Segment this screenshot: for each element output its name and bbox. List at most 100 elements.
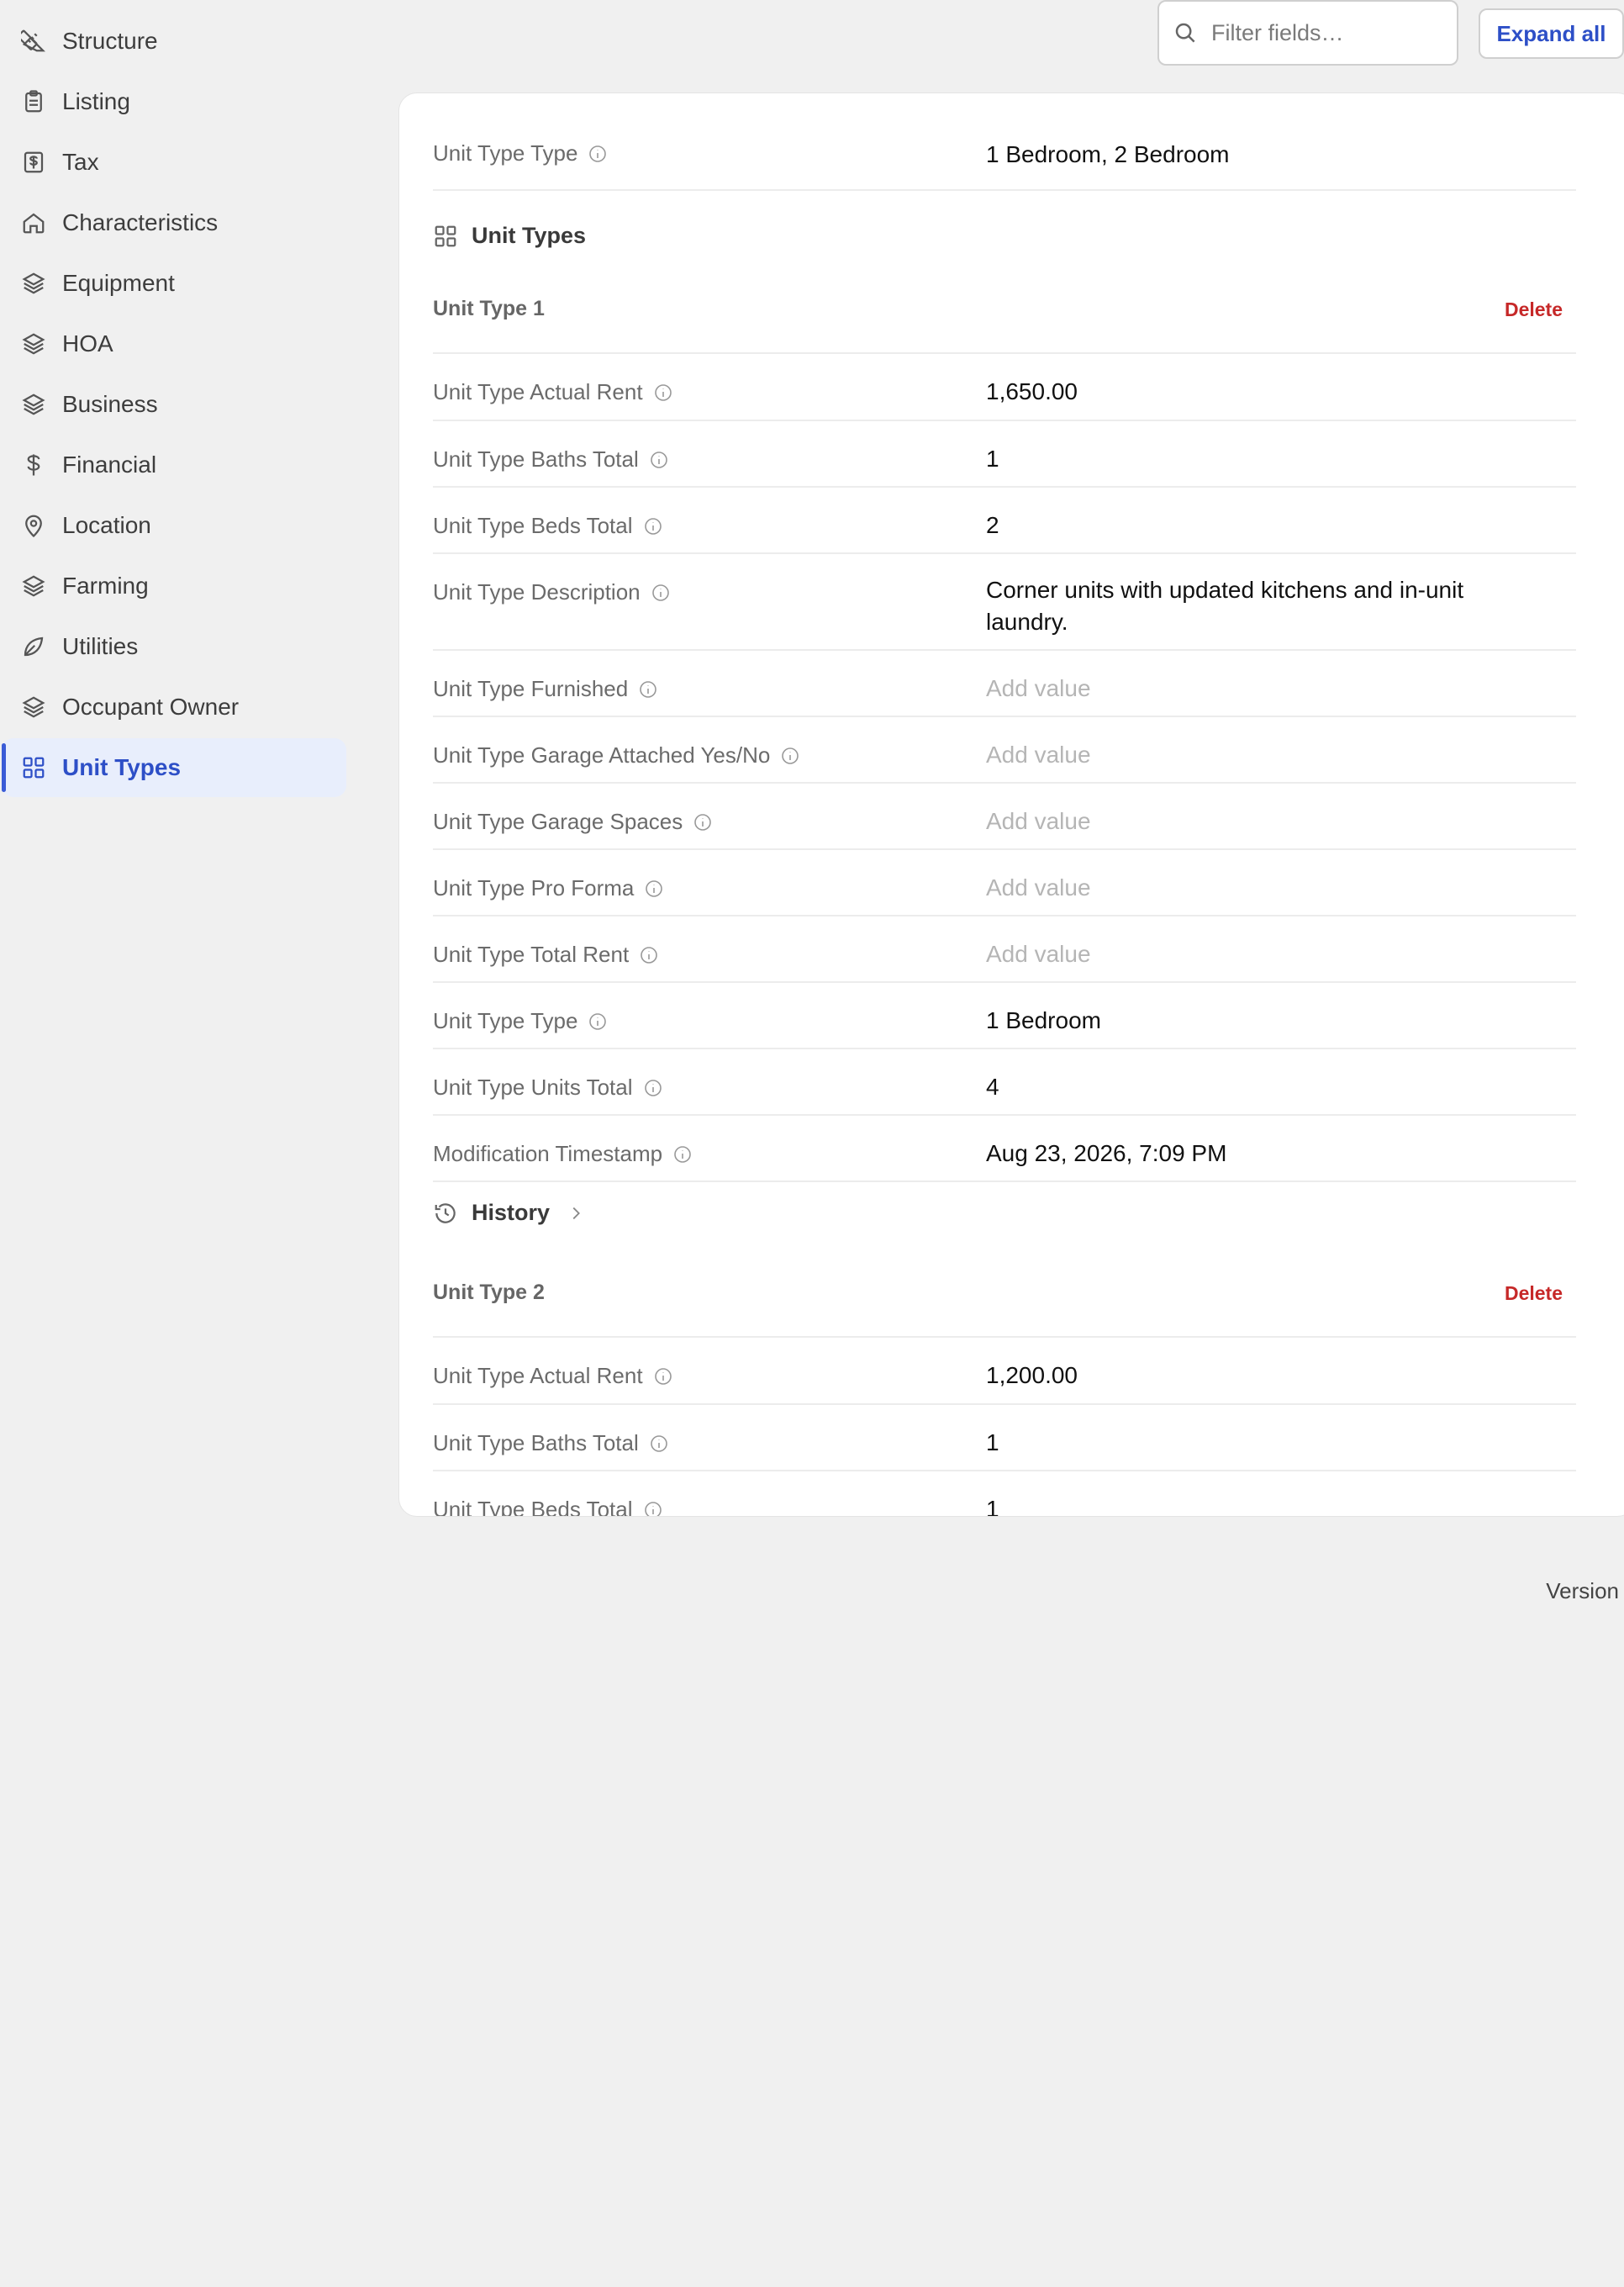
- info-icon[interactable]: [693, 812, 713, 832]
- delete-button[interactable]: Delete: [1505, 1282, 1563, 1305]
- field-label: Unit Type Garage Spaces: [433, 809, 683, 834]
- sidebar-item-listing[interactable]: Listing: [2, 72, 346, 131]
- field-row: Unit Type Beds Total 1: [433, 1471, 1576, 1517]
- sidebar-item-structure[interactable]: Structure: [2, 12, 346, 71]
- expand-all-button[interactable]: Expand all: [1479, 8, 1624, 59]
- chevron-right-icon: [567, 1204, 585, 1223]
- field-label: Unit Type Beds Total: [433, 513, 633, 538]
- sidebar-item-hoa[interactable]: HOA: [2, 314, 346, 373]
- info-icon[interactable]: [653, 1366, 673, 1386]
- field-label: Unit Type Baths Total: [433, 1430, 639, 1455]
- field-row: Unit Type Garage Attached Yes/No Add val…: [433, 717, 1576, 784]
- field-label: Unit Type Units Total: [433, 1075, 633, 1100]
- layers-icon: [20, 270, 47, 297]
- info-icon[interactable]: [672, 1144, 693, 1165]
- field-row: Unit Type Pro Forma Add value: [433, 850, 1576, 916]
- sidebar-item-unit-types[interactable]: Unit Types: [2, 738, 346, 797]
- sidebar-item-label: Unit Types: [62, 754, 182, 780]
- receipt-icon: [20, 149, 47, 176]
- info-icon[interactable]: [653, 383, 673, 403]
- field-label: Unit Type Pro Forma: [433, 875, 635, 901]
- sidebar-item-financial[interactable]: Financial: [2, 436, 346, 494]
- details-panel: Unit Type Type 1 Bedroom, 2 Bedroom Unit…: [398, 92, 1624, 1517]
- sidebar-item-label: Business: [62, 391, 158, 417]
- field-value[interactable]: 1 Bedroom, 2 Bedroom: [986, 139, 1524, 171]
- add-value-field[interactable]: Add value: [986, 938, 1524, 970]
- history-toggle[interactable]: History: [433, 1200, 585, 1226]
- field-label: Unit Type Beds Total: [433, 1497, 633, 1517]
- sidebar-item-label: Equipment: [62, 270, 175, 296]
- info-icon[interactable]: [588, 1011, 608, 1032]
- layers-icon: [20, 391, 47, 418]
- field-row: Unit Type Baths Total 1: [433, 1405, 1576, 1471]
- sidebar-item-characteristics[interactable]: Characteristics: [2, 193, 346, 252]
- unit-type-title: Unit Type 2: [433, 1281, 545, 1304]
- field-value[interactable]: 1,200.00: [986, 1360, 1524, 1392]
- field-label: Unit Type Description: [433, 579, 641, 605]
- field-label: Unit Type Total Rent: [433, 942, 630, 967]
- sidebar-item-occupant-owner[interactable]: Occupant Owner: [2, 678, 346, 737]
- info-icon[interactable]: [639, 945, 659, 965]
- field-value[interactable]: Corner units with updated kitchens and i…: [986, 574, 1524, 638]
- sidebar-item-utilities[interactable]: Utilities: [2, 617, 346, 676]
- history-icon: [433, 1201, 458, 1226]
- info-icon[interactable]: [780, 746, 800, 766]
- sidebar-item-label: Occupant Owner: [62, 694, 240, 720]
- field-value[interactable]: 4: [986, 1071, 1524, 1103]
- unit-type-title: Unit Type 1: [433, 297, 545, 320]
- field-row: Unit Type Garage Spaces Add value: [433, 784, 1576, 850]
- section-header-unit-types: Unit Types: [433, 223, 586, 249]
- dollar-icon: [20, 452, 47, 478]
- field-value[interactable]: 1,650.00: [986, 376, 1524, 408]
- filter-search-box[interactable]: [1157, 0, 1458, 66]
- field-row-summary-unit-type-type: Unit Type Type 1 Bedroom, 2 Bedroom: [433, 93, 1576, 191]
- map-pin-icon: [20, 512, 47, 539]
- field-value[interactable]: 1: [986, 1493, 1524, 1516]
- sidebar-item-label: Financial: [62, 452, 157, 478]
- add-value-field[interactable]: Add value: [986, 805, 1524, 837]
- field-row: Modification Timestamp Aug 23, 2026, 7:0…: [433, 1116, 1576, 1182]
- info-icon[interactable]: [638, 679, 658, 700]
- grid-icon: [20, 754, 47, 781]
- sidebar-item-equipment[interactable]: Equipment: [2, 254, 346, 313]
- field-value[interactable]: 1 Bedroom: [986, 1005, 1524, 1037]
- filter-input[interactable]: [1210, 18, 1440, 47]
- sidebar-item-farming[interactable]: Farming: [2, 557, 346, 615]
- sidebar-item-tax[interactable]: Tax: [2, 133, 346, 192]
- sidebar-item-label: Characteristics: [62, 209, 219, 235]
- delete-button[interactable]: Delete: [1505, 298, 1563, 321]
- field-row: Unit Type Actual Rent 1,650.00: [433, 354, 1576, 421]
- field-value[interactable]: 1: [986, 443, 1524, 475]
- field-label: Unit Type Actual Rent: [433, 1363, 643, 1388]
- sidebar-item-business[interactable]: Business: [2, 375, 346, 434]
- field-label: Unit Type Furnished: [433, 676, 629, 701]
- field-value[interactable]: 1: [986, 1427, 1524, 1459]
- section-title: Unit Types: [472, 223, 587, 248]
- add-value-field[interactable]: Add value: [986, 739, 1524, 771]
- field-label: Unit Type Type: [433, 1008, 578, 1033]
- field-value[interactable]: 2: [986, 510, 1524, 541]
- clipboard-icon: [20, 88, 47, 115]
- sidebar-item-label: Structure: [62, 28, 158, 54]
- info-icon[interactable]: [643, 1500, 663, 1516]
- info-icon[interactable]: [649, 1434, 669, 1454]
- info-icon[interactable]: [643, 1078, 663, 1098]
- info-icon[interactable]: [588, 144, 608, 164]
- add-value-field[interactable]: Add value: [986, 872, 1524, 904]
- field-value[interactable]: Aug 23, 2026, 7:09 PM: [986, 1138, 1524, 1170]
- sidebar-item-label: HOA: [62, 330, 113, 357]
- unit-type-header: Unit Type 1 Delete: [433, 280, 1576, 354]
- info-icon[interactable]: [644, 879, 664, 899]
- add-value-field[interactable]: Add value: [986, 673, 1524, 705]
- field-row: Unit Type Description Corner units with …: [433, 554, 1576, 651]
- info-icon[interactable]: [651, 583, 671, 603]
- history-label: History: [472, 1200, 551, 1225]
- field-row: Unit Type Baths Total 1: [433, 421, 1576, 488]
- grid-icon: [433, 224, 458, 249]
- field-label: Unit Type Actual Rent: [433, 379, 643, 404]
- search-icon: [1173, 20, 1198, 45]
- info-icon[interactable]: [649, 450, 669, 470]
- leaf-icon: [20, 633, 47, 660]
- info-icon[interactable]: [643, 516, 663, 536]
- sidebar-item-location[interactable]: Location: [2, 496, 346, 555]
